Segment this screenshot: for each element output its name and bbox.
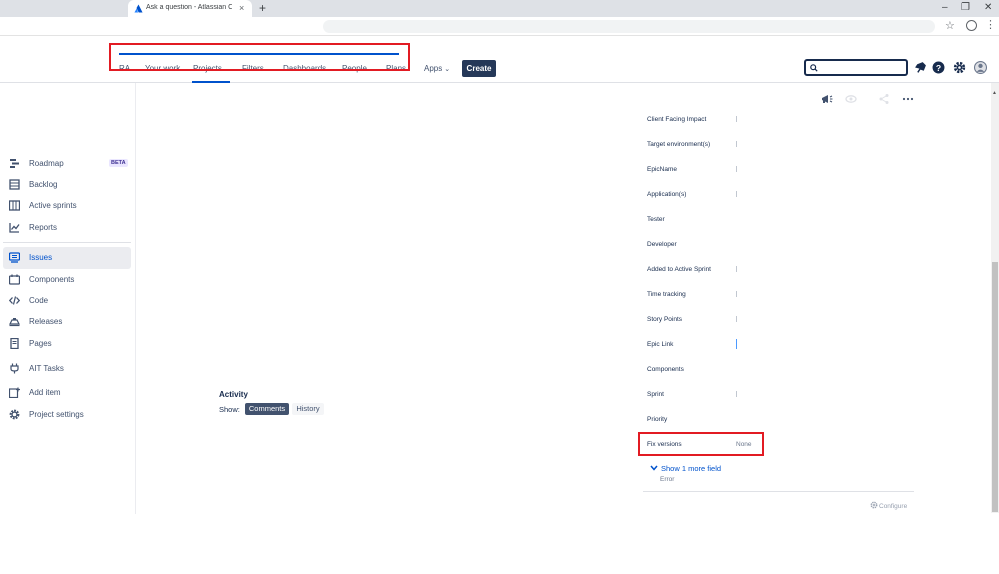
board-icon xyxy=(9,200,20,211)
avatar-icon[interactable] xyxy=(974,61,987,74)
reports-icon xyxy=(9,223,20,233)
pages-icon xyxy=(10,338,19,349)
roadmap-icon xyxy=(10,159,19,168)
configure-link[interactable]: Configure xyxy=(870,501,907,510)
field-label: Target environment(s) xyxy=(647,141,711,148)
search-icon xyxy=(810,64,818,72)
releases-icon xyxy=(9,318,20,327)
sidebar-item-backlog[interactable]: Backlog xyxy=(3,174,131,196)
sidebar-item-ait-tasks[interactable]: AIT Tasks xyxy=(3,358,131,380)
sidebar-divider xyxy=(3,242,131,243)
panel-divider xyxy=(643,491,914,492)
sidebar-item-roadmap[interactable]: Roadmap BETA xyxy=(3,153,131,175)
more-actions-icon[interactable] xyxy=(902,93,914,108)
scrollbar-thumb[interactable] xyxy=(992,262,998,512)
browser-tab-bar: Ask a question - Atlassian Comm × + – ❐ … xyxy=(0,0,999,17)
svg-text:?: ? xyxy=(936,63,941,73)
beta-badge: BETA xyxy=(109,159,128,167)
atlassian-logo-icon xyxy=(134,4,143,13)
browser-tab[interactable]: Ask a question - Atlassian Comm × xyxy=(128,0,252,17)
new-tab-button[interactable]: + xyxy=(259,1,266,15)
close-tab-icon[interactable]: × xyxy=(239,3,244,13)
plugin-icon xyxy=(10,363,19,374)
field-label: Sprint xyxy=(647,391,664,398)
backlog-icon xyxy=(9,179,20,190)
sidebar-item-code[interactable]: Code xyxy=(3,290,131,312)
megaphone-icon[interactable] xyxy=(821,93,833,108)
sidebar-item-add-item[interactable]: Add item xyxy=(3,382,131,404)
field-value-empty[interactable] xyxy=(736,391,737,397)
chevron-down-icon: ⌄ xyxy=(444,66,451,73)
watch-icon[interactable] xyxy=(845,93,857,108)
add-item-icon xyxy=(9,387,20,398)
minimize-button[interactable]: – xyxy=(942,2,948,13)
gear-icon xyxy=(870,501,878,509)
search-input[interactable] xyxy=(804,59,908,76)
restore-button[interactable]: ❐ xyxy=(961,2,970,13)
field-label: Story Points xyxy=(647,316,683,323)
notification-icon[interactable] xyxy=(914,61,927,74)
browser-toolbar: ☆ ⋮ xyxy=(0,17,999,36)
field-label: EpicName xyxy=(647,166,677,173)
share-icon[interactable] xyxy=(878,93,890,108)
profile-icon[interactable] xyxy=(966,20,977,31)
fix-versions-label: Fix versions xyxy=(647,441,682,448)
field-value-empty[interactable] xyxy=(736,291,737,297)
chevron-down-icon xyxy=(650,465,658,471)
field-value-empty[interactable] xyxy=(736,116,737,122)
gear-icon xyxy=(9,409,20,420)
close-window-button[interactable]: ✕ xyxy=(984,2,992,13)
show-more-fields-link[interactable]: Show 1 more field xyxy=(650,464,721,473)
field-value-empty[interactable] xyxy=(736,191,737,197)
error-text: Error xyxy=(660,476,675,483)
field-label: Priority xyxy=(647,416,668,423)
address-bar[interactable] xyxy=(323,20,935,33)
history-tab-button[interactable]: History xyxy=(292,403,324,415)
sidebar-item-releases[interactable]: Releases xyxy=(3,311,131,333)
sidebar-item-pages[interactable]: Pages xyxy=(3,333,131,355)
create-button[interactable]: Create xyxy=(462,60,496,77)
star-icon[interactable]: ☆ xyxy=(945,19,955,32)
field-value-empty[interactable] xyxy=(736,316,737,322)
code-icon xyxy=(9,296,20,305)
active-nav-underline xyxy=(192,81,230,83)
sidebar-item-issues[interactable]: Issues xyxy=(3,247,131,269)
field-label: Tester xyxy=(647,216,665,223)
scroll-up-arrow-icon[interactable]: ▲ xyxy=(992,90,997,96)
field-label: Time tracking xyxy=(647,291,686,298)
show-label: Show: xyxy=(219,405,240,414)
nav-apps[interactable]: Apps ⌄ xyxy=(424,64,450,73)
tab-title: Ask a question - Atlassian Comm xyxy=(146,4,232,11)
sidebar-item-components[interactable]: Components xyxy=(3,269,131,291)
sidebar-item-active-sprints[interactable]: Active sprints xyxy=(3,195,131,217)
kebab-menu-icon[interactable]: ⋮ xyxy=(985,18,996,31)
sidebar-item-project-settings[interactable]: Project settings xyxy=(3,404,131,426)
project-sidebar: Roadmap BETA Backlog Active sprints Repo… xyxy=(0,83,136,514)
field-label: Components xyxy=(647,366,684,373)
field-label: Application(s) xyxy=(647,191,687,198)
field-label: Developer xyxy=(647,241,677,248)
comments-tab-button[interactable]: Comments xyxy=(245,403,289,415)
settings-icon[interactable] xyxy=(953,61,966,74)
issues-icon xyxy=(9,252,20,263)
field-label: Epic Link xyxy=(647,341,674,348)
field-value-empty[interactable] xyxy=(736,266,737,272)
field-value-empty[interactable] xyxy=(736,339,737,349)
components-icon xyxy=(9,274,20,285)
field-label: Client Facing Impact xyxy=(647,116,707,123)
fix-versions-value[interactable]: None xyxy=(736,441,752,448)
help-icon[interactable]: ? xyxy=(932,61,945,74)
activity-heading: Activity xyxy=(219,390,248,399)
sidebar-item-reports[interactable]: Reports xyxy=(3,217,131,239)
field-value-empty[interactable] xyxy=(736,141,737,147)
field-label: Added to Active Sprint xyxy=(647,266,711,273)
field-value-empty[interactable] xyxy=(736,166,737,172)
annotation-box-nav xyxy=(109,43,410,71)
